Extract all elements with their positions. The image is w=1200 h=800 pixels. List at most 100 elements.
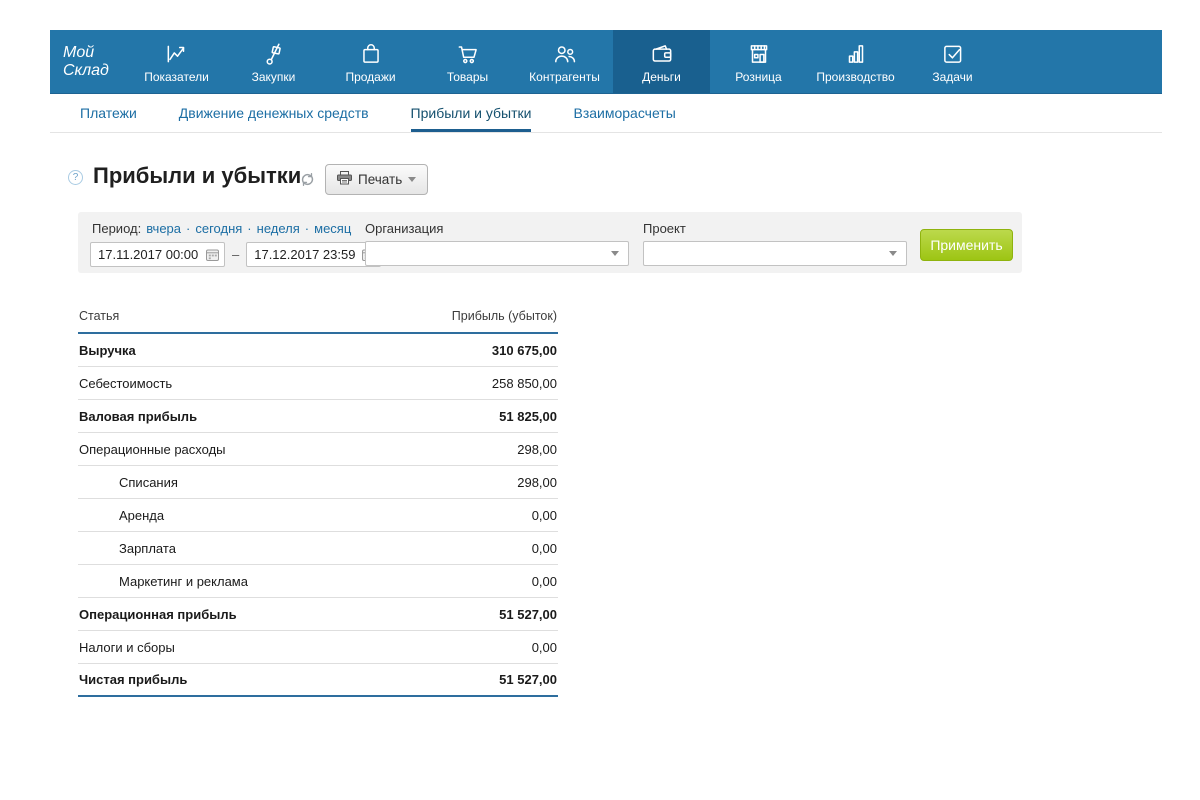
column-header-article: Статья <box>79 309 119 323</box>
row-value: 0,00 <box>532 640 557 655</box>
nav-item-retail[interactable]: Розница <box>710 30 807 93</box>
column-header-profit: Прибыль (убыток) <box>452 309 557 323</box>
row-value: 0,00 <box>532 508 557 523</box>
nav-item-tasks[interactable]: Задачи <box>904 30 1001 93</box>
period-label: Период: <box>92 221 141 236</box>
tab-mutual-settlements[interactable]: Взаиморасчеты <box>573 94 675 132</box>
app-logo[interactable]: Мой Склад <box>50 30 128 93</box>
table-row-net-profit: Чистая прибыль 51 527,00 <box>78 664 558 697</box>
period-today-link[interactable]: сегодня <box>195 221 242 236</box>
row-label: Валовая прибыль <box>79 409 197 424</box>
period-month-link[interactable]: месяц <box>314 221 351 236</box>
separator: · <box>186 221 190 236</box>
nav-item-purchases[interactable]: Закупки <box>225 30 322 93</box>
row-label: Списания <box>79 475 178 490</box>
organization-label: Организация <box>365 221 443 236</box>
tab-profit-loss[interactable]: Прибыли и убытки <box>411 94 532 132</box>
period-week-link[interactable]: неделя <box>257 221 300 236</box>
period-yesterday-link[interactable]: вчера <box>146 221 181 236</box>
table-row-cost: Себестоимость 258 850,00 <box>78 367 558 400</box>
tab-payments[interactable]: Платежи <box>80 94 137 132</box>
apply-button[interactable]: Применить <box>920 229 1013 261</box>
date-from-value: 17.11.2017 00:00 <box>98 247 198 262</box>
nav-item-money[interactable]: Деньги <box>613 30 710 93</box>
row-value: 51 527,00 <box>499 672 557 687</box>
nav-item-label: Закупки <box>252 70 296 84</box>
nav-item-goods[interactable]: Товары <box>419 30 516 93</box>
tab-cash-flow[interactable]: Движение денежных средств <box>179 94 369 132</box>
row-value: 310 675,00 <box>492 343 557 358</box>
chevron-down-icon <box>889 251 897 256</box>
project-select[interactable] <box>643 241 907 266</box>
nav-item-label: Задачи <box>932 70 972 84</box>
organization-select[interactable] <box>365 241 629 266</box>
calendar-icon[interactable] <box>206 249 219 261</box>
table-row-operating-expenses: Операционные расходы 298,00 <box>78 433 558 466</box>
row-value: 0,00 <box>532 541 557 556</box>
date-range: 17.11.2017 00:00 – 17.12.2017 23:59 <box>90 242 381 267</box>
nav-item-label: Деньги <box>642 70 681 84</box>
separator: · <box>247 221 251 236</box>
row-label: Выручка <box>79 343 136 358</box>
table-row-taxes: Налоги и сборы 0,00 <box>78 631 558 664</box>
nav-item-indicators[interactable]: Показатели <box>128 30 225 93</box>
nav-item-label: Товары <box>447 70 488 84</box>
nav-item-label: Контрагенты <box>529 70 600 84</box>
date-to-value: 17.12.2017 23:59 <box>254 247 355 262</box>
help-icon[interactable]: ? <box>68 170 83 185</box>
date-from-input[interactable]: 17.11.2017 00:00 <box>90 242 225 267</box>
table-row-marketing: Маркетинг и реклама 0,00 <box>78 565 558 598</box>
nav-item-production[interactable]: Производство <box>807 30 904 93</box>
table-row-revenue: Выручка 310 675,00 <box>78 334 558 367</box>
row-label: Чистая прибыль <box>79 672 187 687</box>
money-subnav: Платежи Движение денежных средств Прибыл… <box>50 94 1162 133</box>
top-navigation: Мой Склад Показатели Закупки <box>50 30 1162 94</box>
row-label: Себестоимость <box>79 376 172 391</box>
nav-item-label: Показатели <box>144 70 209 84</box>
table-row-gross-profit: Валовая прибыль 51 825,00 <box>78 400 558 433</box>
row-label: Операционные расходы <box>79 442 226 457</box>
chevron-down-icon <box>408 177 416 182</box>
bar-chart-icon <box>843 40 869 67</box>
printer-icon <box>337 171 352 188</box>
filter-panel: Период: вчера · сегодня · неделя · месяц… <box>78 212 1022 273</box>
date-to-input[interactable]: 17.12.2017 23:59 <box>246 242 381 267</box>
row-label: Налоги и сборы <box>79 640 175 655</box>
row-value: 298,00 <box>517 442 557 457</box>
task-check-icon <box>940 40 966 67</box>
chart-line-icon <box>164 40 190 67</box>
table-header: Статья Прибыль (убыток) <box>78 304 558 334</box>
row-value: 298,00 <box>517 475 557 490</box>
nav-item-label: Продажи <box>345 70 395 84</box>
row-value: 51 825,00 <box>499 409 557 424</box>
shopping-bag-icon <box>358 40 384 67</box>
row-label: Маркетинг и реклама <box>79 574 248 589</box>
nav-item-label: Производство <box>816 70 894 84</box>
cart-icon <box>455 40 481 67</box>
nav-item-counterparties[interactable]: Контрагенты <box>516 30 613 93</box>
nav-item-label: Розница <box>735 70 781 84</box>
row-value: 0,00 <box>532 574 557 589</box>
people-icon <box>552 40 578 67</box>
pnl-report-table: Статья Прибыль (убыток) Выручка 310 675,… <box>78 304 558 697</box>
print-label: Печать <box>358 172 402 187</box>
hand-truck-icon <box>261 40 287 67</box>
print-button[interactable]: Печать <box>325 164 428 195</box>
logo-line1: Мой <box>63 44 128 62</box>
logo-line2: Склад <box>63 62 128 80</box>
row-value: 51 527,00 <box>499 607 557 622</box>
chevron-down-icon <box>611 251 619 256</box>
range-dash: – <box>232 247 239 262</box>
nav-item-sales[interactable]: Продажи <box>322 30 419 93</box>
row-label: Операционная прибыль <box>79 607 237 622</box>
refresh-icon[interactable] <box>300 172 315 192</box>
separator: · <box>305 221 309 236</box>
table-row-write-offs: Списания 298,00 <box>78 466 558 499</box>
table-row-rent: Аренда 0,00 <box>78 499 558 532</box>
table-row-operating-profit: Операционная прибыль 51 527,00 <box>78 598 558 631</box>
wallet-icon <box>649 40 675 67</box>
project-label: Проект <box>643 221 686 236</box>
store-icon <box>746 40 772 67</box>
row-label: Аренда <box>79 508 164 523</box>
page-title: Прибыли и убытки <box>93 163 301 189</box>
